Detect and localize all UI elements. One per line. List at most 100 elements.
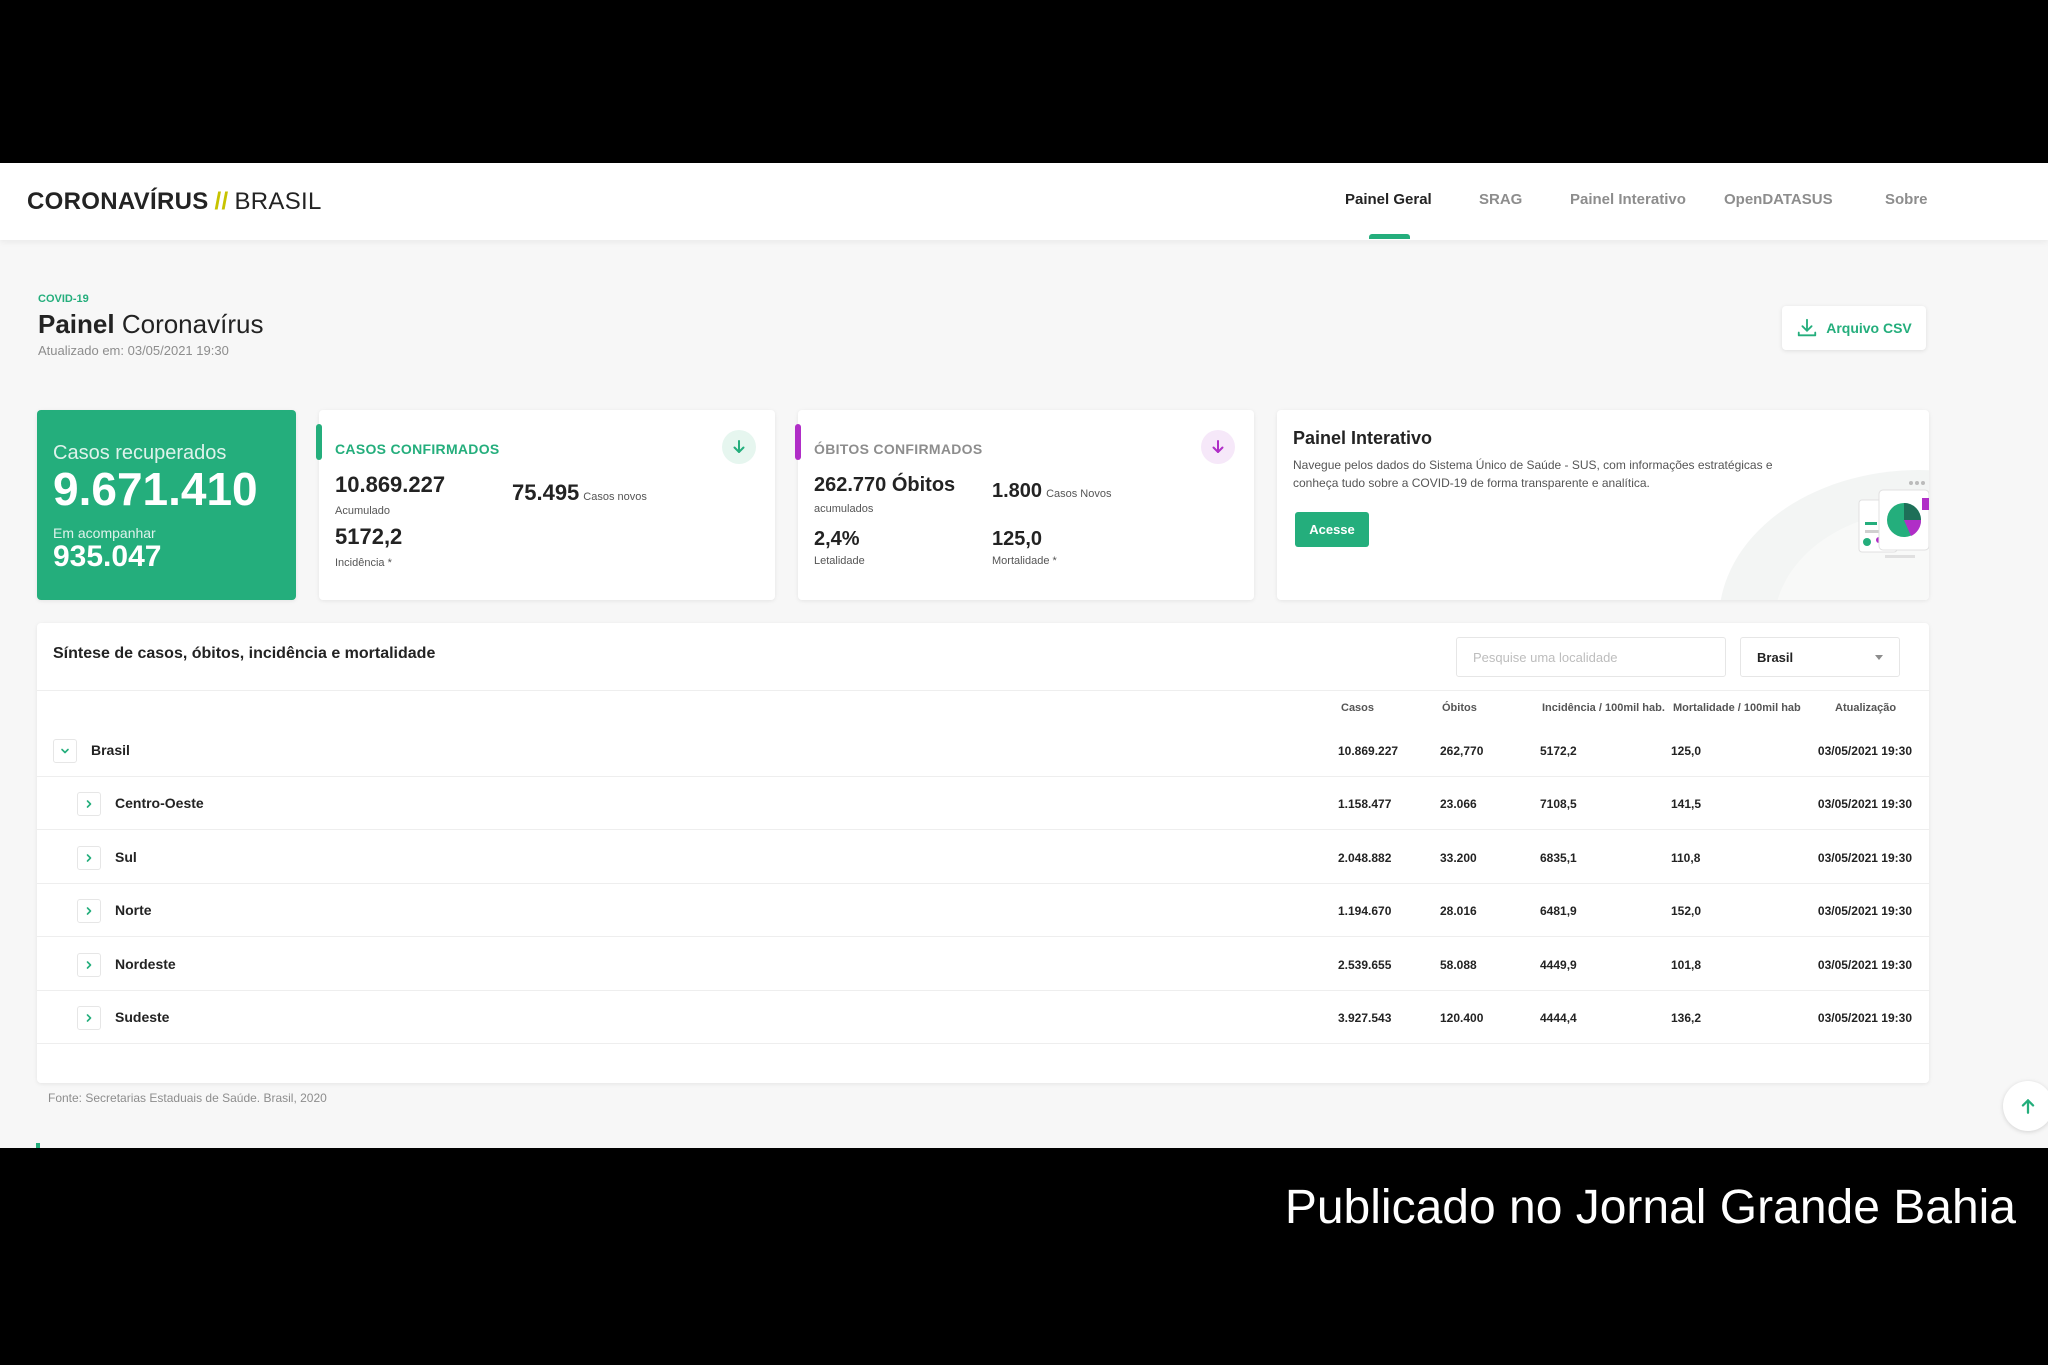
deaths-new-label: Casos Novos [1046, 488, 1112, 500]
arrow-down-icon [1212, 440, 1224, 453]
row-expand-toggle[interactable] [77, 899, 101, 924]
brand-slash: // [214, 188, 229, 215]
row-cases: 1.158.477 [1338, 797, 1392, 812]
brand-secondary: BRASIL [234, 188, 322, 215]
cases-accent-bar [316, 424, 322, 460]
cases-expand-button[interactable] [722, 430, 756, 464]
row-region-name: Sul [115, 848, 137, 865]
cases-incidence: 5172,2 [335, 524, 403, 549]
nav-painel-geral[interactable]: Painel Geral [1345, 191, 1432, 208]
page-tag: COVID-19 [38, 293, 89, 305]
row-expand-toggle[interactable] [77, 1006, 101, 1030]
row-incidence: 7108,5 [1540, 797, 1577, 812]
table-title: Síntese de casos, óbitos, incidência e m… [53, 645, 436, 662]
last-updated: Atualizado em: 03/05/2021 19:30 [38, 343, 229, 358]
cases-accumulated: 10.869.227 [335, 472, 446, 497]
row-updated: 03/05/2021 19:30 [1817, 1011, 1912, 1025]
table-row[interactable]: Sudeste 3.927.543 120.400 4444,4 136,2 03/05/… [37, 991, 1929, 1044]
row-region-name: Brasil [91, 742, 130, 758]
table-row[interactable]: Nordeste 2.539.655 58.088 4449,9 101,8 03/05/… [37, 938, 1929, 991]
data-source-note: Fonte: Secretarias Estaduais de Saúde. B… [48, 1091, 327, 1105]
download-icon [1798, 318, 1817, 337]
row-mortality: 136,2 [1671, 1011, 1702, 1025]
cases-accumulated-label: Acumulado [335, 505, 391, 517]
row-cases: 1.194.670 [1338, 904, 1392, 919]
row-expand-toggle[interactable] [53, 739, 77, 763]
following-value: 935.047 [53, 540, 162, 573]
nav-srag[interactable]: SRAG [1479, 191, 1522, 208]
deaths-lethality-label: Letalidade [814, 555, 865, 567]
chevron-down-icon [61, 748, 69, 754]
row-expand-toggle[interactable] [77, 952, 101, 977]
deaths-accent-bar [795, 424, 801, 460]
table-row[interactable]: Centro-Oeste 1.158.477 23.066 7108,5 141,5 03… [37, 777, 1929, 831]
chevron-right-icon [86, 853, 92, 862]
location-select-value: Brasil [1757, 649, 1794, 665]
column-header-cases[interactable]: Casos [1341, 702, 1374, 714]
dashboard-illustration-icon [1720, 470, 1929, 600]
caret-down-icon [1875, 654, 1883, 660]
deaths-mortality-label: Mortalidade * [992, 555, 1057, 567]
row-mortality: 101,8 [1671, 957, 1702, 972]
page-title-rest: Coronavírus [121, 309, 264, 339]
deaths-new-value: 1.800 [992, 480, 1043, 502]
cases-card-title: CASOS CONFIRMADOS [335, 441, 500, 457]
cases-new-label: Casos novos [583, 491, 647, 503]
deaths-card-title: ÓBITOS CONFIRMADOS [814, 441, 983, 457]
active-nav-indicator [1369, 234, 1410, 239]
table-row[interactable]: Norte 1.194.670 28.016 6481,9 152,0 03/05/202… [37, 884, 1929, 938]
column-header-updated[interactable]: Atualização [1835, 702, 1896, 714]
page-indicator [36, 1143, 40, 1148]
row-incidence: 4444,4 [1540, 1011, 1577, 1025]
download-csv-label: Arquivo CSV [1826, 320, 1912, 336]
deaths-accumulated-label: acumulados [814, 503, 874, 515]
arrow-down-icon [733, 440, 745, 453]
nav-painel-interativo[interactable]: Painel Interativo [1570, 191, 1686, 208]
brand-primary: CORONAVÍRUS [27, 188, 209, 215]
cases-new-value: 75.495 [512, 480, 580, 505]
row-deaths: 33.200 [1440, 850, 1477, 865]
interactive-panel-title: Painel Interativo [1293, 428, 1433, 448]
deaths-expand-button[interactable] [1201, 430, 1235, 464]
nav-opendatasus[interactable]: OpenDATASUS [1724, 191, 1833, 208]
column-header-deaths[interactable]: Óbitos [1442, 702, 1477, 714]
chevron-right-icon [86, 1014, 92, 1022]
row-expand-toggle[interactable] [77, 792, 101, 817]
row-updated: 03/05/2021 19:30 [1817, 744, 1912, 758]
deaths-accumulated: 262.770 Óbitos [814, 474, 956, 496]
cases-incidence-label: Incidência * [335, 557, 392, 569]
column-header-incidence[interactable]: Incidência / 100mil hab. [1542, 702, 1665, 714]
location-select[interactable]: Brasil [1740, 637, 1900, 677]
column-header-mortality[interactable]: Mortalidade / 100mil hab [1673, 702, 1801, 714]
row-deaths: 58.088 [1440, 957, 1477, 972]
scroll-to-top-button[interactable] [2003, 1081, 2048, 1131]
row-expand-toggle[interactable] [77, 845, 101, 870]
deaths-new: 1.800 Casos Novos [992, 480, 1111, 503]
access-button[interactable]: Acesse [1295, 512, 1369, 547]
deaths-mortality: 125,0 [992, 528, 1043, 550]
chevron-right-icon [86, 960, 92, 969]
nav-sobre[interactable]: Sobre [1885, 191, 1928, 208]
row-mortality: 110,8 [1671, 850, 1701, 865]
confirmed-deaths-card: ÓBITOS CONFIRMADOS 262.770 Óbitos acumul… [795, 410, 1254, 600]
row-mortality: 141,5 [1671, 797, 1702, 812]
table-row[interactable]: Sul 2.048.882 33.200 6835,1 110,8 03/05/2021 … [37, 831, 1929, 884]
download-csv-button[interactable]: Arquivo CSV [1782, 306, 1926, 350]
recovered-cases-card: Casos recuperados 9.671.410 Em acompanha… [37, 410, 296, 600]
row-mortality: 152,0 [1671, 904, 1702, 919]
row-deaths: 262,770 [1440, 744, 1484, 758]
location-search-input[interactable] [1456, 637, 1726, 677]
following-label: Em acompanhar [53, 525, 156, 541]
chevron-right-icon [86, 800, 92, 809]
deaths-lethality: 2,4% [814, 528, 860, 550]
row-cases: 3.927.543 [1338, 1011, 1392, 1025]
brand-logo[interactable]: CORONAVÍRUS//BRASIL [27, 188, 322, 216]
table-row[interactable]: Brasil 10.869.227 262,770 5172,2 125,0 03/05/… [37, 724, 1929, 777]
interactive-panel-card: Painel Interativo Navegue pelos dados do… [1277, 410, 1929, 600]
top-nav-bar: CORONAVÍRUS//BRASIL Painel Geral SRAG Pa… [0, 163, 2048, 240]
recovered-value: 9.671.410 [53, 463, 258, 515]
row-deaths: 23.066 [1440, 797, 1477, 812]
table-divider [37, 690, 1929, 691]
row-incidence: 5172,2 [1540, 744, 1577, 758]
row-region-name: Norte [115, 902, 152, 919]
